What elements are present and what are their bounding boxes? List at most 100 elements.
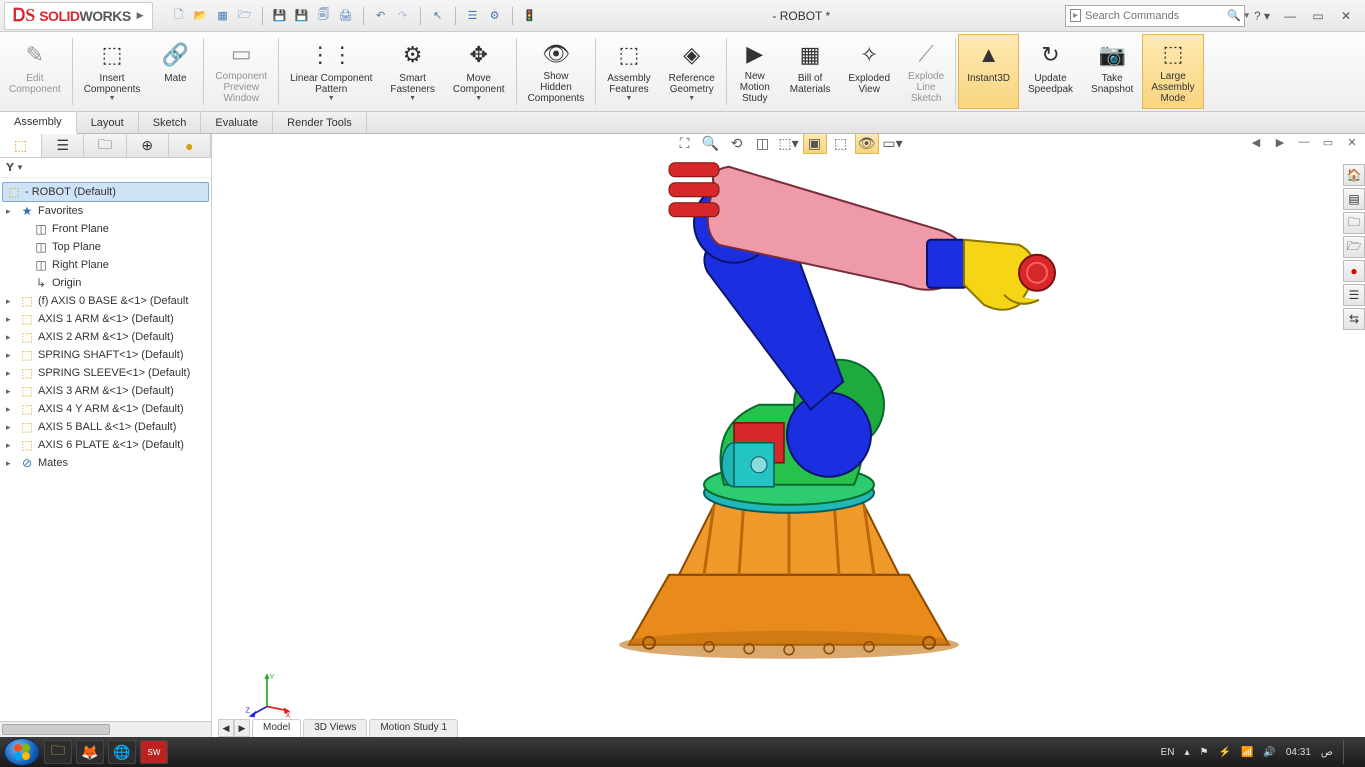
tabs-scroll-left[interactable]: ◀ (218, 719, 234, 737)
tray-expand-icon[interactable]: ▴ (1185, 747, 1190, 758)
ribbon-new-motion-study[interactable]: ▶NewMotionStudy (729, 34, 781, 109)
explorer-taskbar-icon[interactable]: 🗀 (44, 740, 72, 764)
ribbon-show-hidden-components[interactable]: 👁ShowHiddenComponents (519, 34, 594, 109)
expand-icon[interactable]: ▸ (6, 440, 16, 451)
ribbon-update-speedpak[interactable]: ↻UpdateSpeedpak (1019, 34, 1082, 109)
select-icon[interactable]: ↖ (430, 8, 446, 24)
close-button[interactable]: ✕ (1335, 7, 1357, 25)
expand-icon[interactable]: ▸ (6, 458, 16, 469)
section-view-icon[interactable]: ◫ (751, 134, 775, 154)
save-icon[interactable]: 💾 (272, 8, 288, 24)
chrome-taskbar-icon[interactable]: 🌐 (108, 740, 136, 764)
help-button[interactable]: ? ▾ (1251, 7, 1273, 25)
expand-icon[interactable]: ▸ (6, 332, 16, 343)
expand-icon[interactable]: ▸ (6, 386, 16, 397)
redo-icon[interactable]: ↷ (395, 8, 411, 24)
tree-item[interactable]: ◫Front Plane (2, 220, 209, 238)
clock-time[interactable]: 04:31 (1286, 747, 1311, 758)
minimize-button[interactable]: — (1279, 7, 1301, 25)
file-explorer-icon[interactable]: 🗁 (1343, 236, 1365, 258)
ribbon-take-snapshot[interactable]: 📷TakeSnapshot (1082, 34, 1142, 109)
tree-item[interactable]: ▸⬚AXIS 5 BALL &<1> (Default) (2, 418, 209, 436)
previous-view-icon[interactable]: ⟲ (725, 134, 749, 154)
design-library-icon[interactable]: 🗀 (1343, 212, 1365, 234)
resources-icon[interactable]: ▤ (1343, 188, 1365, 210)
tree-item[interactable]: ▸⬚(f) AXIS 0 BASE &<1> (Default (2, 292, 209, 310)
chevron-down-icon[interactable]: ▼ (1243, 11, 1251, 20)
bottom-tab-3d-views[interactable]: 3D Views (303, 719, 367, 737)
bottom-tab-model[interactable]: Model (252, 719, 301, 737)
expand-icon[interactable]: ▸ (6, 296, 16, 307)
graphics-viewport[interactable]: ⛶ 🔍 ⟲ ◫ ⬚▾ ▣ ⬚ 👁 ▭▾ ◀ ▶ — ▭ ✕ 🏠 ▤ 🗀 🗁 ● … (212, 134, 1365, 737)
copy-icon[interactable]: 🗐 (316, 8, 332, 24)
expand-icon[interactable]: ▸ (6, 368, 16, 379)
tree-item[interactable]: ▸⬚AXIS 6 PLATE &<1> (Default) (2, 436, 209, 454)
ribbon-linear-component-pattern[interactable]: ⋮⋮Linear ComponentPattern▼ (281, 34, 381, 109)
print-icon[interactable]: 🖨 (338, 8, 354, 24)
next-icon[interactable]: ▶ (1271, 134, 1289, 150)
property-tab[interactable]: ☰ (42, 134, 84, 157)
view-palette-icon[interactable]: ● (1343, 260, 1365, 282)
rebuild-icon[interactable]: ☰ (465, 8, 481, 24)
ribbon-smart-fasteners[interactable]: ⚙SmartFasteners▼ (381, 34, 443, 109)
ribbon-large-assembly-mode[interactable]: ⬚LargeAssemblyMode (1142, 34, 1203, 109)
app-logo[interactable]: ᎠS SOLIDWORKS ▶ (4, 2, 153, 30)
ribbon-mate[interactable]: 🔗Mate (149, 34, 201, 109)
ribbon-insert-components[interactable]: ⬚InsertComponents▼ (75, 34, 150, 109)
tree-item[interactable]: ◫Top Plane (2, 238, 209, 256)
tree-item[interactable]: ▸⬚SPRING SLEEVE<1> (Default) (2, 364, 209, 382)
zoom-fit-icon[interactable]: ⛶ (673, 134, 697, 154)
minimize-viewport-button[interactable]: — (1295, 134, 1313, 150)
feature-tree[interactable]: ⬚ - ROBOT (Default) ▸★Favorites◫Front Pl… (0, 178, 211, 721)
expand-icon[interactable]: ▸ (6, 422, 16, 433)
language-indicator[interactable]: EN (1161, 747, 1175, 758)
tabs-scroll-right[interactable]: ▶ (234, 719, 250, 737)
volume-icon[interactable]: 🔊 (1263, 747, 1275, 758)
search-icon[interactable]: 🔍 (1227, 9, 1241, 22)
tab-evaluate[interactable]: Evaluate (201, 112, 273, 133)
search-commands-box[interactable]: ▸ 🔍 ▼ (1065, 5, 1245, 27)
expand-icon[interactable]: ▸ (6, 404, 16, 415)
maximize-viewport-button[interactable]: ▭ (1319, 134, 1337, 150)
tree-item[interactable]: ▸⬚AXIS 2 ARM &<1> (Default) (2, 328, 209, 346)
tree-root-node[interactable]: ⬚ - ROBOT (Default) (2, 182, 209, 202)
ribbon-exploded-view[interactable]: ✧ExplodedView (839, 34, 899, 109)
undo-icon[interactable]: ↶ (373, 8, 389, 24)
search-input[interactable] (1085, 10, 1227, 22)
flag-icon[interactable]: ⚑ (1200, 747, 1209, 758)
orientation-triad[interactable]: Y X Z (242, 669, 292, 719)
zoom-area-icon[interactable]: 🔍 (699, 134, 723, 154)
appearances-icon[interactable]: ☰ (1343, 284, 1365, 306)
tab-assembly[interactable]: Assembly (0, 112, 77, 134)
ribbon-move-component[interactable]: ✥MoveComponent▼ (444, 34, 514, 109)
firefox-taskbar-icon[interactable]: 🦊 (76, 740, 104, 764)
expand-icon[interactable]: ▸ (6, 314, 16, 325)
ribbon-instant3d[interactable]: ▲Instant3D (958, 34, 1019, 109)
tab-layout[interactable]: Layout (77, 112, 139, 133)
feature-tree-tab[interactable]: ⬚ (0, 134, 42, 157)
tree-item[interactable]: ▸⊘Mates (2, 454, 209, 472)
wifi-icon[interactable]: 📶 (1241, 747, 1253, 758)
apply-scene-icon[interactable]: ▭▾ (881, 134, 905, 154)
display-tab[interactable]: ● (169, 134, 211, 157)
tree-item[interactable]: ◫Right Plane (2, 256, 209, 274)
hide-show-icon[interactable]: ⬚ (829, 134, 853, 154)
custom-props-icon[interactable]: ⇆ (1343, 308, 1365, 330)
open-icon[interactable]: 📂 (193, 8, 209, 24)
display-style-icon[interactable]: ▣ (803, 134, 827, 154)
browse-icon[interactable]: 🗁 (237, 8, 253, 24)
tree-item[interactable]: ▸⬚AXIS 3 ARM &<1> (Default) (2, 382, 209, 400)
dimxpert-tab[interactable]: ⊕ (127, 134, 169, 157)
save-all-icon[interactable]: 💾 (294, 8, 310, 24)
restore-button[interactable]: ▭ (1307, 7, 1329, 25)
tree-item[interactable]: ▸★Favorites (2, 202, 209, 220)
traffic-light-icon[interactable]: 🚦 (522, 8, 538, 24)
solidworks-taskbar-icon[interactable]: SW (140, 740, 168, 764)
show-desktop-button[interactable] (1343, 740, 1353, 764)
expand-icon[interactable]: ▸ (6, 350, 16, 361)
home-icon[interactable]: 🏠 (1343, 164, 1365, 186)
tree-item[interactable]: ▸⬚SPRING SHAFT<1> (Default) (2, 346, 209, 364)
expand-icon[interactable]: ▸ (6, 206, 16, 217)
edit-appearance-icon[interactable]: 👁 (855, 134, 879, 154)
config-tab[interactable]: 🗀 (84, 134, 126, 157)
